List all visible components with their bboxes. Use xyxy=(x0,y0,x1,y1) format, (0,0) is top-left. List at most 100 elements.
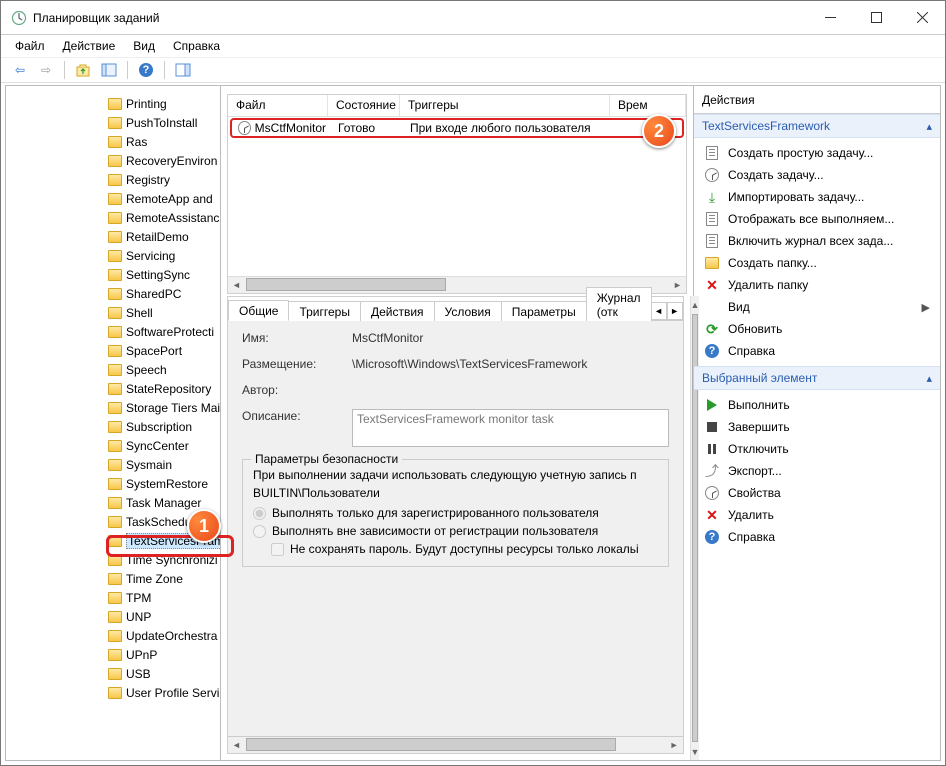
menu-view[interactable]: Вид xyxy=(133,39,155,53)
action-справка[interactable]: ?Справка xyxy=(694,340,940,362)
pause-icon xyxy=(708,444,716,454)
label-desc: Описание: xyxy=(242,409,352,447)
close-button[interactable] xyxy=(899,1,945,34)
tree-item-unp[interactable]: UNP xyxy=(8,607,220,626)
tree-item-retaildemo[interactable]: RetailDemo xyxy=(8,227,220,246)
tab-conditions[interactable]: Условия xyxy=(434,301,502,321)
tree-item-servicing[interactable]: Servicing xyxy=(8,246,220,265)
opt-logged-only[interactable]: Выполнять только для зарегистрированного… xyxy=(253,506,658,520)
tab-scroll[interactable]: ◄► xyxy=(651,302,683,320)
tree-item-spaceport[interactable]: SpacePort xyxy=(8,341,220,360)
tree-item-label: SharedPC xyxy=(126,287,181,301)
tree-item-systemrestore[interactable]: SystemRestore xyxy=(8,474,220,493)
tree-item-storage-tiers-mai[interactable]: Storage Tiers Mai xyxy=(8,398,220,417)
navigation-tree[interactable]: PrintingPushToInstallRasRecoveryEnvironR… xyxy=(6,86,221,760)
tree-item-sharedpc[interactable]: SharedPC xyxy=(8,284,220,303)
action-создать-простую-задачу-[interactable]: Создать простую задачу... xyxy=(694,142,940,164)
tree-item-remoteapp-and[interactable]: RemoteApp and xyxy=(8,189,220,208)
folder-icon xyxy=(108,554,122,566)
action-создать-задачу-[interactable]: Создать задачу... xyxy=(694,164,940,186)
col-file[interactable]: Файл xyxy=(228,95,328,116)
action-label: Справка xyxy=(728,344,775,358)
folder-icon xyxy=(108,345,122,357)
opt-no-password[interactable]: Не сохранять пароль. Будут доступны ресу… xyxy=(271,542,658,556)
menu-file[interactable]: Файл xyxy=(15,39,45,53)
tree-item-upnp[interactable]: UPnP xyxy=(8,645,220,664)
tab-journal[interactable]: Журнал (отк xyxy=(586,287,652,321)
folder-icon xyxy=(108,497,122,509)
tree-item-subscription[interactable]: Subscription xyxy=(8,417,220,436)
tab-general[interactable]: Общие xyxy=(228,300,289,321)
tree-item-ras[interactable]: Ras xyxy=(8,132,220,151)
delete-icon: ✕ xyxy=(706,508,718,522)
tree-item-shell[interactable]: Shell xyxy=(8,303,220,322)
action-sel-завершить[interactable]: Завершить xyxy=(694,416,940,438)
col-triggers[interactable]: Триггеры xyxy=(400,95,610,116)
task-row[interactable]: MsCtfMonitor Готово При входе любого пол… xyxy=(230,118,684,138)
tree-item-usb[interactable]: USB xyxy=(8,664,220,683)
tree-item-time-synchronizi[interactable]: Time Synchronizi xyxy=(8,550,220,569)
task-state: Готово xyxy=(332,121,404,135)
action-удалить-папку[interactable]: ✕Удалить папку xyxy=(694,274,940,296)
action-импортировать-задачу-[interactable]: ⤓Импортировать задачу... xyxy=(694,186,940,208)
tree-item-updateorchestra[interactable]: UpdateOrchestra xyxy=(8,626,220,645)
tree-item-time-zone[interactable]: Time Zone xyxy=(8,569,220,588)
maximize-button[interactable] xyxy=(853,1,899,34)
action-sel-свойства[interactable]: Свойства xyxy=(694,482,940,504)
tree-item-printing[interactable]: Printing xyxy=(8,94,220,113)
back-button[interactable]: ⇦ xyxy=(9,59,31,81)
action-отображать-все-выполняем-[interactable]: Отображать все выполняем... xyxy=(694,208,940,230)
tree-item-registry[interactable]: Registry xyxy=(8,170,220,189)
tree-item-settingsync[interactable]: SettingSync xyxy=(8,265,220,284)
tab-params[interactable]: Параметры xyxy=(501,301,587,321)
action-sel-справка[interactable]: ?Справка xyxy=(694,526,940,548)
action-sel-выполнить[interactable]: Выполнить xyxy=(694,394,940,416)
action-обновить[interactable]: ⟳Обновить xyxy=(694,318,940,340)
actions-section-selected[interactable]: Выбранный элемент▴ xyxy=(694,366,940,390)
minimize-button[interactable] xyxy=(807,1,853,34)
folder-icon xyxy=(108,231,122,243)
tree-item-recoveryenviron[interactable]: RecoveryEnviron xyxy=(8,151,220,170)
tree-item-sysmain[interactable]: Sysmain xyxy=(8,455,220,474)
tree-item-pushtoinstall[interactable]: PushToInstall xyxy=(8,113,220,132)
action-sel-экспорт-[interactable]: ⤴Экспорт... xyxy=(694,460,940,482)
tree-item-label: UpdateOrchestra xyxy=(126,629,217,643)
tab-triggers[interactable]: Триггеры xyxy=(288,301,361,321)
properties-button[interactable] xyxy=(98,59,120,81)
show-preview-button[interactable] xyxy=(172,59,194,81)
folder-icon xyxy=(108,611,122,623)
tree-item-task-manager[interactable]: Task Manager xyxy=(8,493,220,512)
action-включить-журнал-всех-зада-[interactable]: Включить журнал всех зада... xyxy=(694,230,940,252)
details-hscroll[interactable]: ◄► xyxy=(228,736,683,753)
tree-item-speech[interactable]: Speech xyxy=(8,360,220,379)
task-list-header[interactable]: Файл Состояние Триггеры Врем xyxy=(228,95,686,117)
tree-item-softwareprotecti[interactable]: SoftwareProtecti xyxy=(8,322,220,341)
action-вид[interactable]: Вид▶ xyxy=(694,296,940,318)
details-tabs: Общие Триггеры Действия Условия Параметр… xyxy=(228,297,683,321)
titlebar: Планировщик заданий xyxy=(1,1,945,35)
tab-actions[interactable]: Действия xyxy=(360,301,435,321)
action-создать-папку-[interactable]: Создать папку... xyxy=(694,252,940,274)
tree-item-synccenter[interactable]: SyncCenter xyxy=(8,436,220,455)
action-label: Импортировать задачу... xyxy=(728,190,864,204)
up-button[interactable] xyxy=(72,59,94,81)
forward-button[interactable]: ⇨ xyxy=(35,59,57,81)
actions-section-current[interactable]: TextServicesFramework▴ xyxy=(694,114,940,138)
action-sel-отключить[interactable]: Отключить xyxy=(694,438,940,460)
label-author: Автор: xyxy=(242,383,352,397)
help-button[interactable]: ? xyxy=(135,59,157,81)
folder-icon xyxy=(108,649,122,661)
opt-any-logon[interactable]: Выполнять вне зависимости от регистрации… xyxy=(253,524,658,538)
tree-item-staterepository[interactable]: StateRepository xyxy=(8,379,220,398)
col-state[interactable]: Состояние xyxy=(328,95,400,116)
tree-item-remoteassistanc[interactable]: RemoteAssistanc xyxy=(8,208,220,227)
content-area: PrintingPushToInstallRasRecoveryEnvironR… xyxy=(5,85,941,761)
tree-item-user-profile-servi[interactable]: User Profile Servi xyxy=(8,683,220,702)
action-sel-удалить[interactable]: ✕Удалить xyxy=(694,504,940,526)
tree-item-tpm[interactable]: TPM xyxy=(8,588,220,607)
value-desc[interactable] xyxy=(352,409,669,447)
menu-action[interactable]: Действие xyxy=(63,39,116,53)
menu-help[interactable]: Справка xyxy=(173,39,220,53)
document-icon xyxy=(706,234,718,248)
col-time[interactable]: Врем xyxy=(610,95,686,116)
